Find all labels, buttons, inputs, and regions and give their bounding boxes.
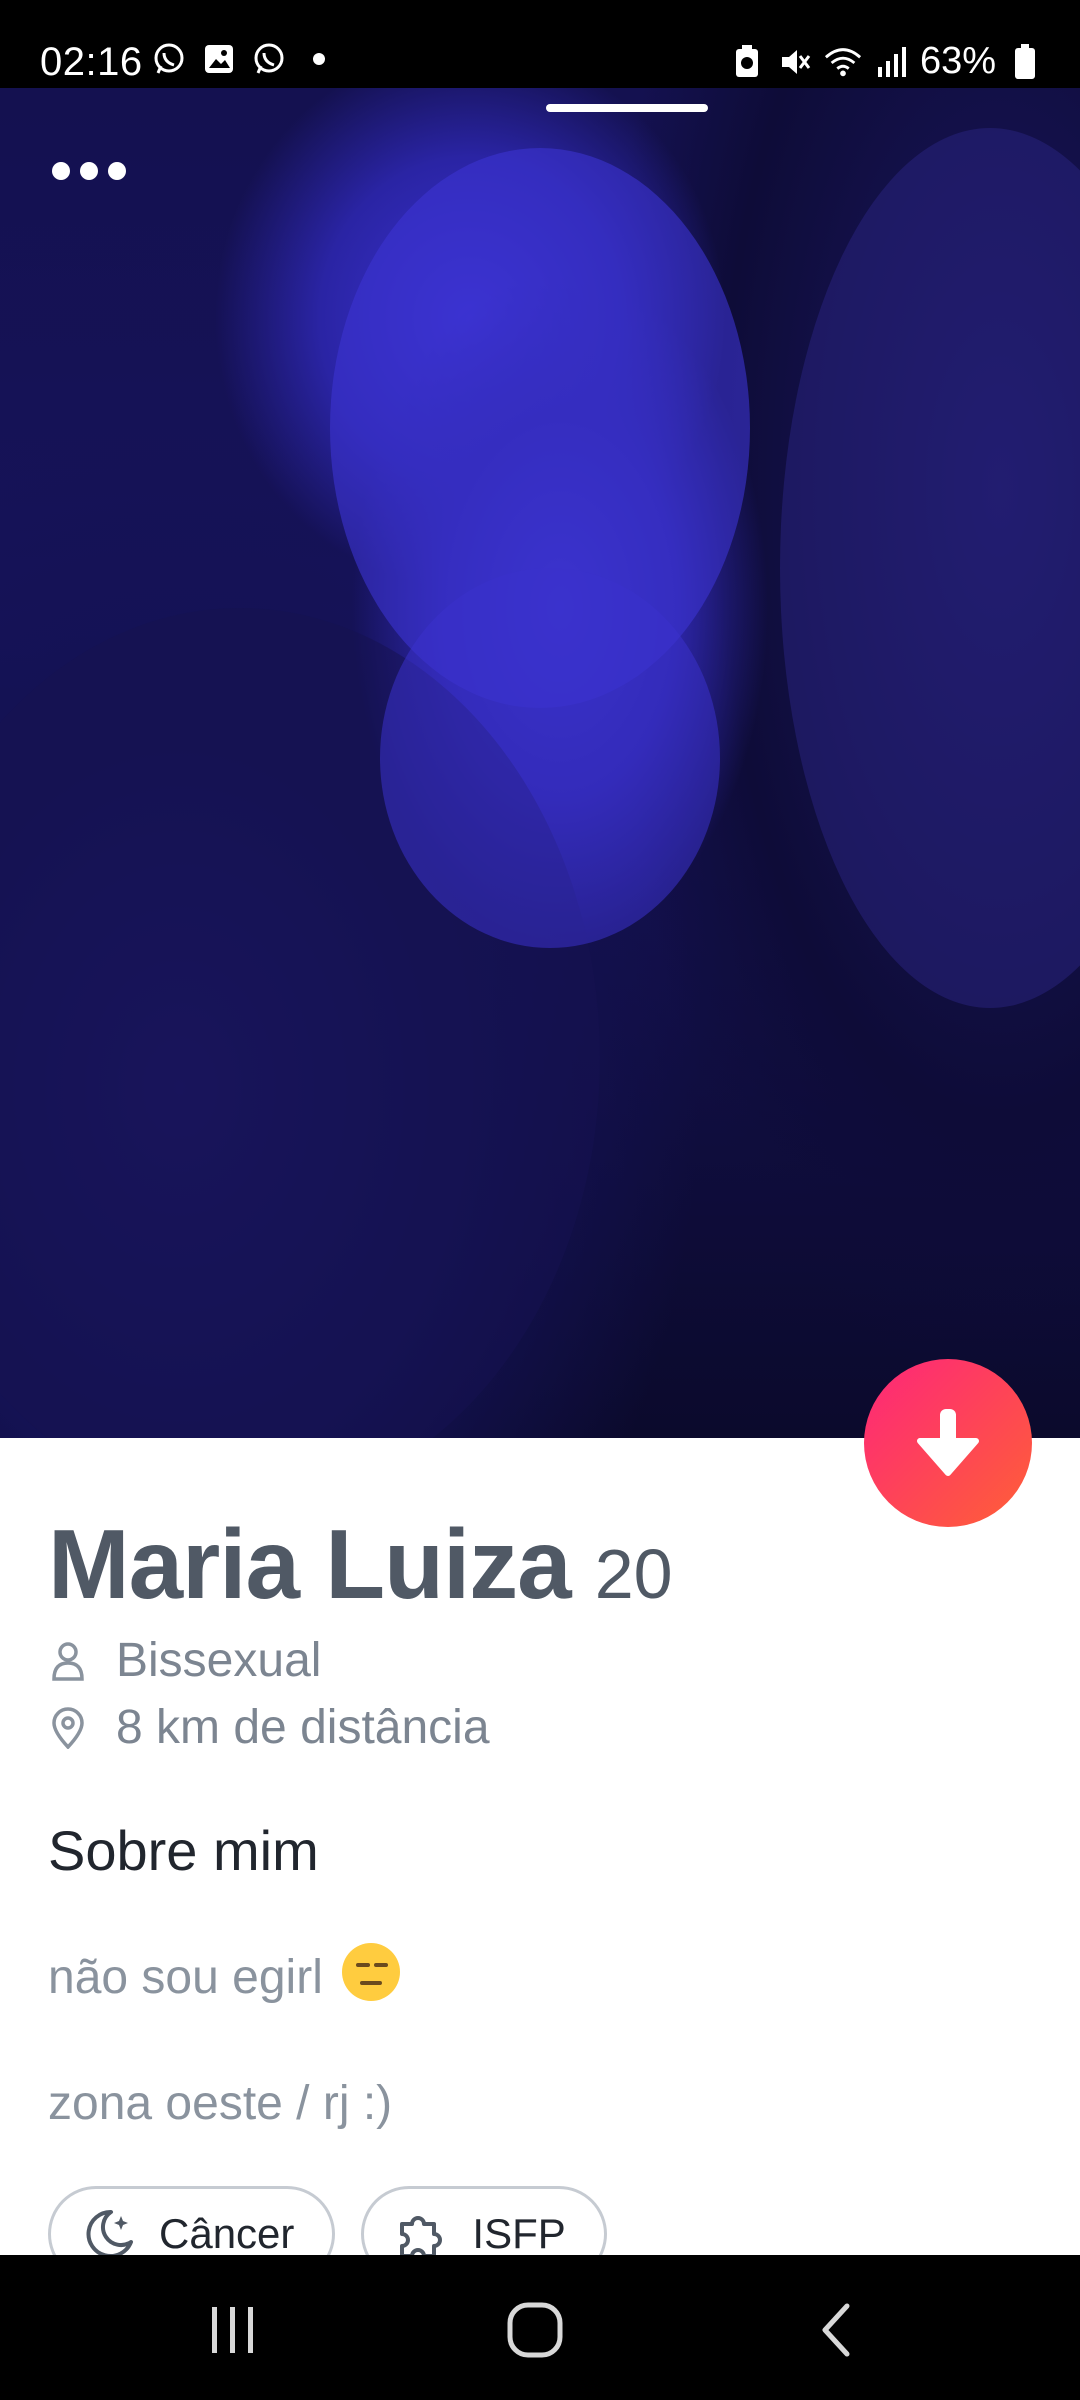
dot xyxy=(80,162,98,180)
recent-apps-button[interactable] xyxy=(188,2285,278,2375)
about-title: Sobre mim xyxy=(48,1819,319,1882)
wifi-icon xyxy=(824,43,862,81)
photo-progress-indicator xyxy=(546,104,708,112)
name-row: Maria Luiza 20 xyxy=(48,1508,673,1621)
system-nav-bar xyxy=(0,2255,1080,2400)
notification-icons xyxy=(150,40,338,78)
status-bar: 02:16 63% xyxy=(0,0,1080,88)
whatsapp-icon xyxy=(250,40,288,78)
whatsapp-icon xyxy=(150,40,188,78)
signal-icon xyxy=(872,43,910,81)
distance-row: 8 km de distância xyxy=(48,1700,490,1755)
dot xyxy=(108,162,126,180)
dot xyxy=(52,162,70,180)
orientation-text: Bissexual xyxy=(116,1634,322,1687)
battery-saver-icon xyxy=(728,43,766,81)
dot-icon xyxy=(300,40,338,78)
person-icon xyxy=(48,1641,88,1681)
puzzle-icon xyxy=(394,2206,450,2255)
profile-age: 20 xyxy=(594,1535,673,1613)
battery-icon xyxy=(1006,43,1044,81)
status-right: 63% xyxy=(728,40,1044,83)
location-pin-icon xyxy=(48,1706,88,1749)
gallery-icon xyxy=(200,40,238,78)
photo-hair-right xyxy=(780,128,1080,1008)
mute-icon xyxy=(776,43,814,81)
profile-photo[interactable] xyxy=(0,88,1080,1438)
photo-face-lower xyxy=(380,568,720,948)
more-options-button[interactable] xyxy=(52,162,126,180)
bio-line-1: não sou egirl xyxy=(48,1943,401,2005)
expressionless-emoji-icon xyxy=(342,1943,401,2001)
back-button[interactable] xyxy=(792,2285,882,2375)
bio-line-2: zona oeste / rj :) xyxy=(48,2077,393,2130)
profile-chips: Câncer ISFP xyxy=(48,2186,607,2255)
chip-personality: ISFP xyxy=(361,2186,607,2255)
chip-zodiac-label: Câncer xyxy=(159,2210,295,2255)
profile-info: Maria Luiza 20 Bissexual 8 km de distânc… xyxy=(0,1438,1080,2255)
distance-text: 8 km de distância xyxy=(116,1701,490,1754)
collapse-profile-button[interactable] xyxy=(864,1359,1032,1527)
bio-text-1: não sou egirl xyxy=(48,1951,323,2004)
moon-icon xyxy=(81,2206,137,2255)
battery-percent: 63% xyxy=(919,40,996,82)
profile-name: Maria Luiza xyxy=(48,1509,572,1619)
chip-personality-label: ISFP xyxy=(472,2210,566,2255)
status-time: 02:16 xyxy=(40,40,143,84)
orientation-row: Bissexual xyxy=(48,1633,321,1688)
arrow-down-icon xyxy=(916,1405,980,1482)
chip-zodiac: Câncer xyxy=(48,2186,336,2255)
home-button[interactable] xyxy=(490,2285,580,2375)
